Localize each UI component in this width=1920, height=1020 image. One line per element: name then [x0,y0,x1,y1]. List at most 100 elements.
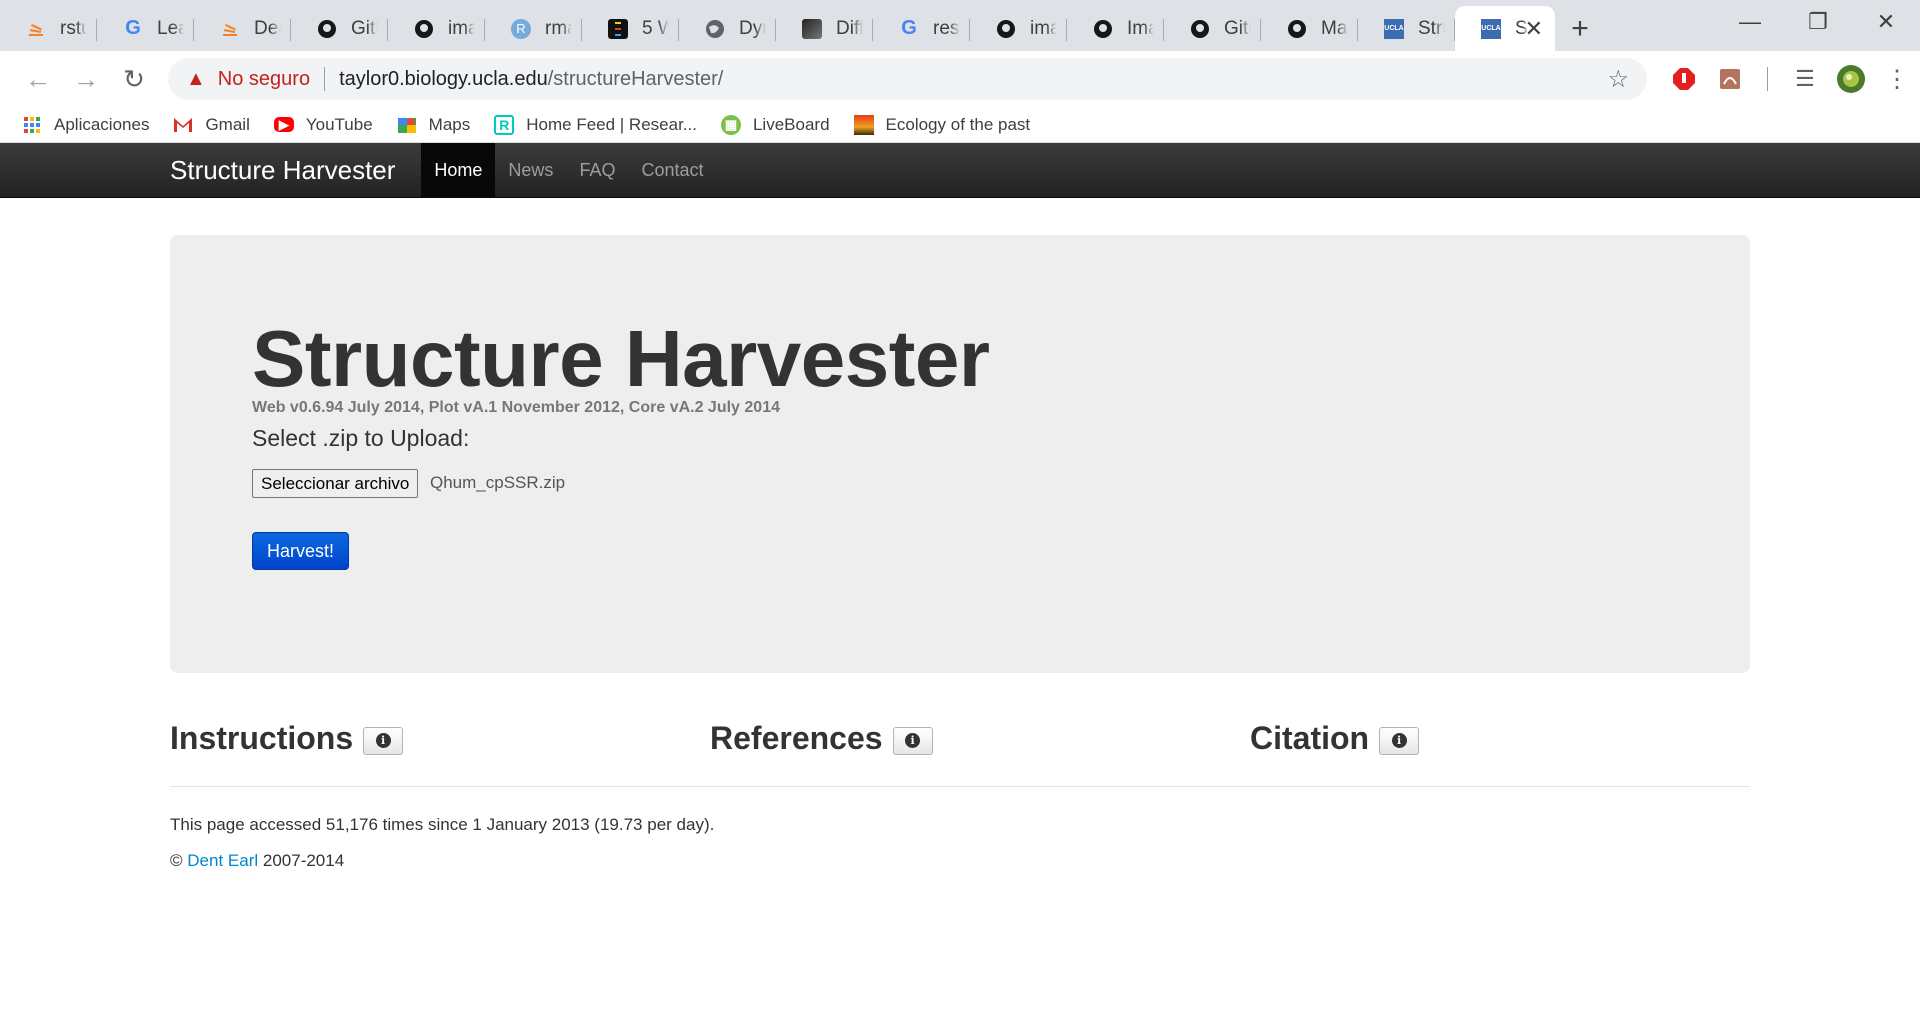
new-tab-button[interactable]: + [1555,6,1605,51]
instructions-section: Instructions i [170,720,404,757]
toolbar-separator [1767,67,1768,91]
tab[interactable]: rstud [0,6,97,51]
references-info-button[interactable]: i [892,726,933,755]
bookmark-youtube[interactable]: ▶ YouTube [273,115,373,135]
github-icon [1093,19,1113,39]
upload-label: Select .zip to Upload: [252,425,470,451]
close-tab-icon[interactable]: ✕ [1525,16,1543,42]
info-icon: i [1391,733,1407,748]
selected-file-name: Qhum_cpSSR.zip [430,473,566,492]
profile-avatar[interactable] [1828,56,1874,102]
instructions-heading: Instructions [170,720,354,756]
copyright-symbol: © [170,851,183,870]
restore-icon[interactable]: ❐ [1784,0,1852,44]
references-section: References i [710,720,933,757]
stackoverflow-icon [220,19,240,39]
bookmark-researchgate[interactable]: R Home Feed | Resear... [494,114,697,135]
browser-toolbar: ← → ↻ ▲ No seguro taylor0.biology.ucla.e… [0,51,1920,107]
github-icon [317,19,337,39]
globe-icon [705,19,725,39]
github-icon [1190,19,1210,39]
bookmark-maps[interactable]: Maps [397,115,470,135]
warning-icon[interactable]: ▲ [186,68,206,91]
terminal-icon [608,18,628,39]
copyright-years: 2007-2014 [262,851,345,870]
tab[interactable]: Deali [194,6,291,51]
instructions-info-button[interactable]: i [363,726,404,755]
references-heading: References [710,720,883,756]
citation-heading: Citation [1250,720,1370,756]
nav-faq[interactable]: FAQ [566,143,628,197]
citation-section: Citation i [1250,720,1420,757]
tab[interactable]: Mark [1261,6,1358,51]
researchgate-icon: R [494,114,515,135]
divider [170,786,1750,787]
tab-strip: rstud GLearr Deali GitHu imag Rrmar 5 Wa… [0,0,1920,51]
media-queue-icon[interactable]: ☰ [1782,56,1828,102]
github-icon [414,19,434,39]
tab[interactable]: 5 Wa [582,6,679,51]
harvest-button[interactable]: Harvest! [252,532,350,570]
citation-info-button[interactable]: i [1379,726,1420,755]
tab[interactable]: Dyna [679,6,776,51]
pdf-icon[interactable] [1707,56,1753,102]
ucla-icon: UCLA [1384,18,1404,39]
bookmark-gmail[interactable]: Gmail [173,115,250,135]
bookmark-apps[interactable]: Aplicaciones [22,115,149,135]
copyright: © Dent Earl 2007-2014 [170,851,344,871]
ucla-icon: UCLA [1481,18,1501,39]
author-link[interactable]: Dent Earl [187,851,258,870]
security-status[interactable]: No seguro [218,68,310,91]
github-icon [996,19,1016,39]
url-path: /structureHarvester/ [547,67,724,90]
adblock-icon[interactable] [1661,56,1707,102]
stackoverflow-icon [26,19,46,39]
close-window-icon[interactable]: ✕ [1852,0,1920,44]
page-title: Structure Harvester [252,314,990,403]
address-separator [324,67,326,91]
ecology-icon [853,114,874,135]
tab-active[interactable]: UCLA S ✕ [1455,6,1555,51]
url-host: taylor0.biology.ucla.edu [339,67,548,90]
tab[interactable]: GLearr [97,6,194,51]
bookmark-liveboard[interactable]: ▦ LiveBoard [720,114,830,135]
address-bar[interactable]: ▲ No seguro taylor0.biology.ucla.edu/str… [168,58,1647,100]
tab[interactable]: imag [970,6,1067,51]
info-icon: i [375,733,391,748]
forward-arrow-icon[interactable]: → [62,55,110,103]
info-icon: i [905,733,921,748]
tab[interactable]: Rrmar [485,6,582,51]
nav-home[interactable]: Home [421,143,496,197]
r-icon: R [511,18,531,39]
choose-file-button[interactable]: Seleccionar archivo [252,469,419,498]
image-icon [802,18,822,39]
tab[interactable]: Gresiz [873,6,970,51]
menu-kebab-icon[interactable]: ⋮ [1874,56,1920,102]
tab[interactable]: imag [388,6,485,51]
apps-icon [22,115,42,135]
bookmarks-bar: Aplicaciones Gmail ▶ YouTube Maps R Home… [0,107,1920,143]
gmail-icon [173,115,194,135]
site-navbar: Structure Harvester Home News FAQ Contac… [0,143,1920,198]
liveboard-icon: ▦ [720,114,741,135]
maps-icon [397,115,417,135]
bookmark-star-icon[interactable]: ☆ [1607,65,1629,94]
reload-icon[interactable]: ↻ [110,55,158,103]
back-arrow-icon[interactable]: ← [14,55,62,103]
tab[interactable]: Diffe [776,6,873,51]
github-icon [1287,19,1307,39]
version-info: Web v0.6.94 July 2014, Plot vA.1 Novembe… [252,399,780,416]
tab[interactable]: UCLAStruc [1358,6,1455,51]
youtube-icon: ▶ [273,117,294,132]
window-controls: — ❐ ✕ [1716,0,1920,44]
site-brand[interactable]: Structure Harvester [170,155,395,186]
bookmark-ecology[interactable]: Ecology of the past [853,114,1030,135]
tab[interactable]: GitHu [291,6,388,51]
nav-news[interactable]: News [495,143,566,197]
tab[interactable]: Imag [1067,6,1164,51]
google-icon: G [901,17,917,39]
nav-contact[interactable]: Contact [628,143,716,197]
hero-panel: Structure Harvester Web v0.6.94 July 201… [170,235,1750,673]
minimize-icon[interactable]: — [1716,0,1784,44]
tab[interactable]: GitHu [1164,6,1261,51]
